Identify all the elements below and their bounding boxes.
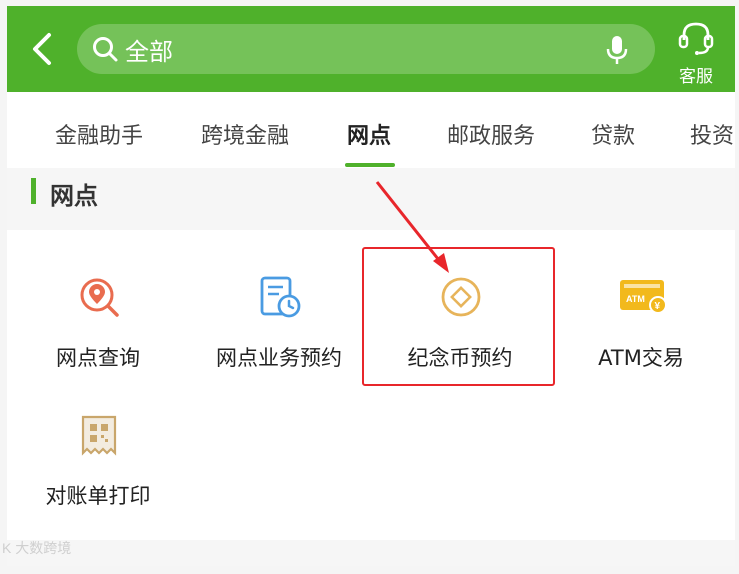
tab-branches[interactable]: 网点 bbox=[347, 118, 391, 150]
tab-loans[interactable]: 贷款 bbox=[591, 118, 635, 150]
grid-item-atm[interactable]: ATM ¥ ATM交易 bbox=[551, 230, 731, 370]
annotation-arrow bbox=[375, 181, 449, 273]
tab-cross-border-finance[interactable]: 跨境金融 bbox=[201, 118, 289, 150]
grid-item-branch-appointment[interactable]: 网点业务预约 bbox=[189, 230, 369, 370]
section-title: 网点 bbox=[50, 182, 98, 210]
grid-item-label: 纪念币预约 bbox=[407, 346, 513, 370]
branch-services-grid: 网点查询 网点业务预约 纪念币预约 ATM ¥ ATM交易 对账单打印 bbox=[7, 230, 735, 540]
mic-icon[interactable] bbox=[605, 35, 629, 65]
section-accent-bar bbox=[31, 178, 36, 204]
atm-card-icon: ATM ¥ bbox=[620, 280, 667, 314]
location-search-icon bbox=[80, 278, 119, 317]
tab-postal-services[interactable]: 邮政服务 bbox=[447, 118, 535, 150]
document-clock-icon bbox=[260, 276, 301, 318]
grid-item-label: 网点业务预约 bbox=[216, 346, 342, 370]
active-tab-indicator bbox=[345, 163, 395, 167]
category-tabs: 金融助手 跨境金融 网点 邮政服务 贷款 投资 bbox=[7, 92, 735, 168]
coin-icon bbox=[441, 277, 481, 317]
bottom-divider bbox=[7, 540, 735, 566]
chevron-left-icon bbox=[33, 33, 51, 65]
customer-service-button[interactable]: 客服 bbox=[669, 18, 723, 87]
app-screen: 全部 客服 金融助手 跨境金融 网点 邮政服务 贷款 投资 网点 网点查询 网点… bbox=[7, 6, 735, 566]
search-scope-text: 全部 bbox=[125, 37, 173, 66]
watermark-logo: K 大数跨境 bbox=[2, 540, 72, 556]
grid-item-label: ATM交易 bbox=[598, 346, 684, 370]
svg-text:ATM: ATM bbox=[626, 294, 645, 304]
search-bar[interactable]: 全部 bbox=[77, 24, 655, 74]
search-icon bbox=[93, 37, 118, 62]
grid-item-branch-search[interactable]: 网点查询 bbox=[8, 230, 188, 370]
receipt-qr-icon bbox=[81, 415, 117, 456]
svg-text:¥: ¥ bbox=[655, 301, 661, 312]
back-button[interactable] bbox=[25, 24, 59, 74]
headset-icon bbox=[678, 22, 714, 55]
top-bar: 全部 客服 bbox=[7, 6, 735, 92]
tab-financial-assistant[interactable]: 金融助手 bbox=[55, 118, 143, 150]
service-label: 客服 bbox=[679, 67, 713, 87]
grid-item-statement-print[interactable]: 对账单打印 bbox=[8, 368, 188, 508]
grid-item-label: 对账单打印 bbox=[45, 484, 151, 508]
tab-investment[interactable]: 投资 bbox=[690, 118, 734, 150]
